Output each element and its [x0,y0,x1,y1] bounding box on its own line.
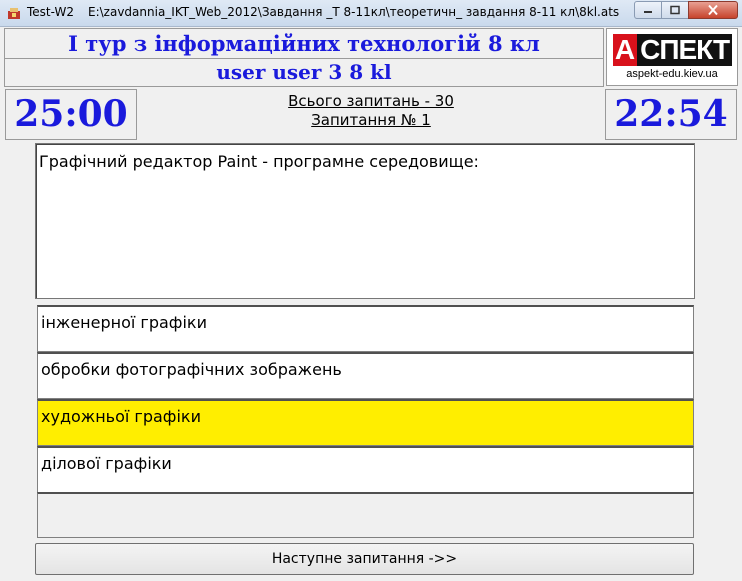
window-title-bar[interactable]: Test-W2 E:\zavdannia_IKT_Web_2012\Завдан… [0,0,742,27]
window-file-path: E:\zavdannia_IKT_Web_2012\Завдання _Т 8-… [88,5,620,19]
total-time: 25:00 [5,89,137,140]
app-icon [8,8,20,19]
answer-option-empty [37,492,694,538]
maximize-icon [670,5,680,15]
test-title: І тур з інформаційних технологій 8 кл [4,28,604,59]
answer-option-3[interactable]: художньої графіки [37,399,694,446]
total-questions-label: Всього запитань - 30 [288,92,454,110]
minimize-icon [644,11,652,13]
current-question-label: Запитання № 1 [311,111,431,129]
answer-option-1[interactable]: інженерної графіки [37,305,694,352]
answer-option-4[interactable]: ділової графіки [37,446,694,493]
user-name: user user 3 8 kl [4,59,604,87]
maximize-button[interactable] [661,1,689,19]
logo-rest-letters: СПЕКТ [637,34,733,66]
question-info: Всього запитань - 30 Запитання № 1 [140,92,602,130]
answer-text: інженерної графіки [41,313,207,332]
aspekt-logo: А СПЕКТ aspekt-edu.kiev.ua [606,28,738,86]
answer-text: ділової графіки [41,454,172,473]
remaining-time: 22:54 [605,89,737,140]
answer-option-2[interactable]: обробки фотографічних зображень [37,352,694,399]
next-question-button[interactable]: Наступне запитання ->> [35,543,694,575]
logo-wordmark: А СПЕКТ [612,34,733,66]
logo-first-letter: А [612,34,638,66]
logo-url: aspekt-edu.kiev.ua [626,68,718,80]
close-icon [708,4,718,16]
window-app-name: Test-W2 [27,5,74,19]
question-panel: Графічний редактор Paint - програмне сер… [35,143,695,299]
question-text: Графічний редактор Paint - програмне сер… [39,152,479,171]
minimize-button[interactable] [634,1,662,19]
answer-text: обробки фотографічних зображень [41,360,342,379]
answer-text: художньої графіки [41,407,201,426]
close-button[interactable] [688,1,738,19]
